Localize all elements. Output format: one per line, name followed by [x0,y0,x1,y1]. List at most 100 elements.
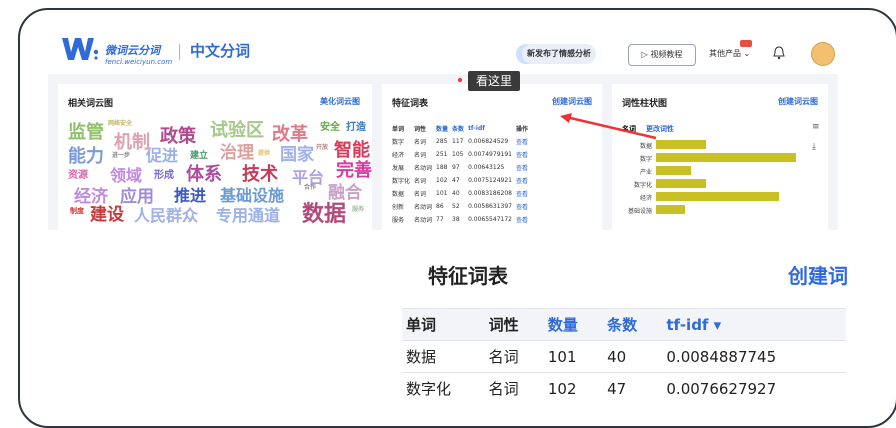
table-cell[interactable]: 查看 [514,174,530,187]
zoomed-feature-table: 特征词表 创建词 单词 词性 数量 条数 tf-idf ▾ 数据 名词 101 40 0.0084… [402,238,848,404]
table-row: 数据 名词 101 40 0.0083186208 查看 [390,187,530,200]
wordcloud-card: 相关词云图 美化词云图 监管 网络安全 机制 政策 试验区 改革 安全 打造 能力 进一步 促进 建立… [58,84,372,230]
table-cell: 52 [452,203,460,210]
zoom-col-header[interactable]: 单词 [402,308,485,341]
bar-label: 经济 [639,195,652,202]
create-wordcloud-link-2[interactable]: 创建词云图 [778,96,818,107]
table-cell: 发展 [392,165,405,172]
table-cell: 0.0075124921 [468,177,512,184]
table-cell: 97 [452,164,460,171]
menu-icon[interactable]: ≡ [812,122,820,132]
table-cell: 名词 [414,191,427,198]
bar-label: 产业 [639,169,652,176]
bar[interactable] [656,140,706,149]
table-cell: 0.0058631397 [468,203,512,210]
table-cell: 86 [436,203,444,210]
pos-bar-title: 词性柱状图 [622,99,668,109]
wordcloud-word: 人民群众 [134,206,199,225]
table-cell: 101 [436,190,448,197]
wordcloud-word: 制度 [70,207,84,215]
table-cell[interactable]: 查看 [514,200,530,213]
pos-bar-card: 词性柱状图 创建词云图 名词 更改词性 ≡ ⤓ 数据 数字 产业 数字化 经济 基础设施 [612,84,828,230]
mini-col-header[interactable]: tf-idf [466,122,514,135]
beautify-wordcloud-link[interactable]: 美化词云图 [320,96,360,107]
table-cell[interactable]: 查看 [514,161,530,174]
mini-col-header[interactable]: 词性 [412,122,434,135]
table-cell: 数据 [392,191,405,198]
mini-col-header[interactable]: 数量 [434,122,450,135]
table-cell: 285 [436,138,448,145]
logo-icon [62,38,98,60]
wordcloud-word: 进一步 [112,152,131,159]
logo-url: fenci.weiciyun.com [105,58,173,66]
table-cell: 名词 [414,178,427,185]
table-cell: 47 [452,177,460,184]
other-products-menu[interactable]: 其他产品 ⌄ [709,48,750,59]
wordcloud-word: 开放 [316,144,329,151]
table-cell: 101 [543,340,604,373]
table-cell[interactable]: 查看 [514,213,530,226]
chevron-down-icon: ⌄ [743,49,751,58]
zoom-col-header[interactable]: tf-idf ▾ [662,308,846,341]
mini-col-header[interactable]: 操作 [514,122,530,135]
app-window: 微词云分词 fenci.weiciyun.com 中文分词 新发布了情感分析 ▷… [48,24,838,230]
table-row: 发展 名动词 188 97 0.00643125 查看 [390,161,530,174]
bar[interactable] [656,179,707,188]
table-cell: 名动词 [414,204,433,211]
mini-col-header[interactable]: 单词 [390,122,412,135]
table-cell: 0.00643125 [468,164,505,171]
table-row: 经济 名词 251 105 0.0074979191 查看 [390,148,530,161]
feature-words-title: 特征词表 [392,99,429,109]
table-cell: 0.006824529 [468,138,509,145]
table-cell: 102 [436,177,448,184]
wordcloud-word: 安全 [320,122,340,133]
zoom-col-header[interactable]: 词性 [484,308,544,341]
zoom-create-link[interactable]: 创建词 [788,260,848,289]
zoom-col-header[interactable]: 条数 [603,308,663,341]
table-cell: 0.0083186208 [468,190,512,197]
table-row: 数字化 名词 102 47 0.0076627927 [402,372,846,404]
wordcloud-word: 网络安全 [108,120,133,127]
bar-label: 数字 [639,156,652,163]
zoom-col-header[interactable]: 数量 [543,308,604,341]
bar-label: 基础设施 [627,208,652,215]
table-cell: 38 [452,216,460,223]
wordcloud-word: 能力 [68,146,104,167]
table-cell: 数据 [402,340,485,373]
create-wordcloud-link[interactable]: 创建词云图 [552,96,592,107]
logo-text: 微词云分词 [105,44,160,57]
wordcloud-word: 服务 [352,206,365,213]
wordcloud-word: 监管 [68,122,104,143]
table-cell: 40 [452,190,460,197]
avatar[interactable] [811,42,835,66]
bar[interactable] [656,166,692,175]
download-icon[interactable]: ⤓ [812,142,816,152]
table-cell[interactable]: 查看 [514,135,530,148]
new-badge [740,40,752,47]
bell-icon[interactable] [773,46,785,60]
wordcloud-title: 相关词云图 [68,99,114,109]
feature-table-mini: 单词 词性 数量 条数 tf-idf 操作 数字 名词 285 117 0.006824529 查看经… [390,122,530,226]
table-row: 服务 名动词 77 38 0.0065547172 查看 [390,213,530,226]
new-feature-button[interactable]: 新发布了情感分析 [522,44,596,64]
table-cell: 名词 [414,139,427,146]
bar[interactable] [656,205,686,214]
table-cell[interactable]: 查看 [514,187,530,200]
table-cell: 0.0074979191 [468,151,512,158]
look-here-tooltip: 看这里 [468,71,520,91]
table-row: 创新 名动词 86 52 0.0058631397 查看 [390,200,530,213]
table-cell: 40 [603,340,663,373]
table-cell[interactable]: 查看 [514,148,530,161]
arrow-icon [560,113,657,140]
bar[interactable] [656,153,796,162]
video-tutorial-label: 视频教程 [650,50,683,59]
feature-words-card: 特征词表 创建词云图 单词 词性 数量 条数 tf-idf 操作 数字 名词 285 117 0.0… [382,84,602,230]
table-cell: 数字化 [402,372,485,404]
table-cell: 名动词 [414,217,433,224]
video-tutorial-button[interactable]: ▷ 视频教程 [628,44,696,66]
mini-col-header[interactable]: 条数 [450,122,466,135]
bar[interactable] [656,192,780,201]
attention-dot [458,78,462,82]
wordcloud-word: 专用通道 [216,206,281,225]
wordcloud-word: 合作 [304,184,317,191]
